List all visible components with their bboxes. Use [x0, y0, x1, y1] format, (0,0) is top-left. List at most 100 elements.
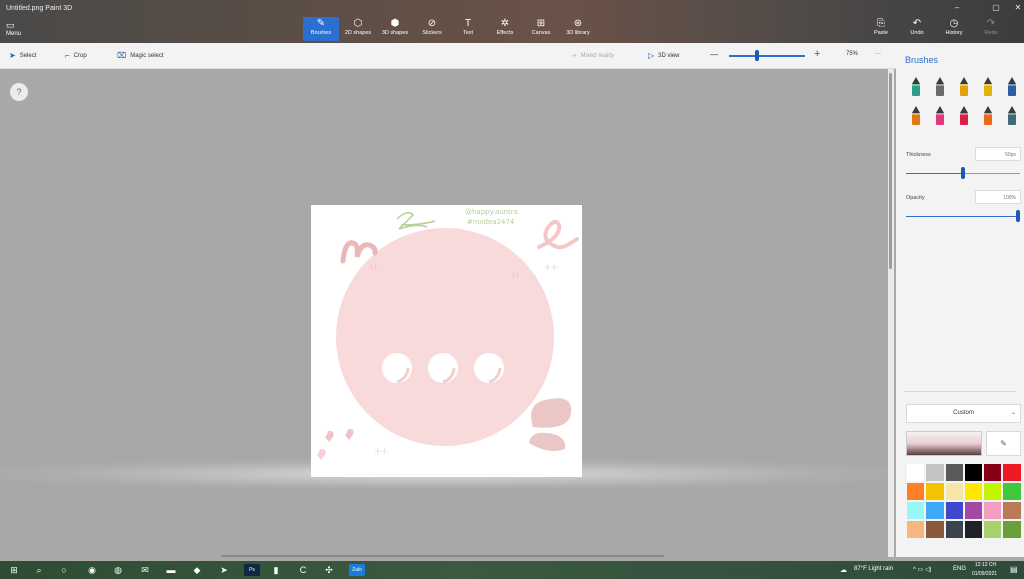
opacity-label: Opacity: [906, 195, 925, 201]
color-swatch[interactable]: [1002, 520, 1022, 539]
zalo-icon[interactable]: Zalo: [349, 564, 365, 576]
color-swatch[interactable]: [944, 520, 964, 539]
color-swatch[interactable]: [925, 482, 945, 501]
paste-button[interactable]: ⎘ Paste: [863, 17, 899, 43]
color-swatch[interactable]: [906, 520, 926, 539]
close-button[interactable]: ✕: [1011, 3, 1024, 12]
spray-can-icon[interactable]: [981, 105, 995, 127]
color-swatch[interactable]: [983, 482, 1003, 501]
thickness-input[interactable]: 50px: [975, 147, 1021, 161]
tab-3d-shapes[interactable]: ⬢ 3D shapes: [377, 17, 413, 43]
input-language[interactable]: ENG: [953, 566, 966, 572]
color-swatch[interactable]: [925, 463, 945, 482]
vertical-scrollbar[interactable]: [888, 69, 894, 557]
eyedropper-button[interactable]: ✎: [986, 431, 1021, 456]
maximize-button[interactable]: ▢: [989, 3, 1003, 12]
color-swatch[interactable]: [944, 501, 964, 520]
photoshop-icon[interactable]: Ps: [244, 564, 260, 576]
zoom-in-button[interactable]: +: [814, 48, 820, 60]
color-swatch[interactable]: [983, 520, 1003, 539]
thickness-slider-track[interactable]: [963, 173, 1020, 174]
help-button[interactable]: ?: [10, 83, 28, 101]
cube-icon: ⬢: [390, 18, 400, 29]
color-swatch[interactable]: [1002, 482, 1022, 501]
edge-icon[interactable]: ◉: [86, 564, 98, 576]
color-swatch[interactable]: [1002, 501, 1022, 520]
mail-icon[interactable]: ✉: [139, 564, 151, 576]
drawing-app-icon[interactable]: ◆: [191, 564, 203, 576]
color-swatch[interactable]: [963, 463, 984, 482]
color-swatch[interactable]: [944, 463, 964, 482]
artist-handle: @happy.aurora: [465, 208, 518, 216]
color-swatch[interactable]: [925, 501, 945, 520]
history-button[interactable]: ◷ History: [936, 17, 972, 43]
more-options-button[interactable]: ···: [875, 51, 881, 57]
color-swatch[interactable]: [906, 501, 926, 520]
marker-icon[interactable]: [909, 76, 923, 98]
color-swatch[interactable]: [906, 463, 926, 482]
weather-status[interactable]: 87°F Light rain: [854, 566, 893, 572]
clock-date[interactable]: 01/09/2021: [972, 571, 997, 577]
tray-icons[interactable]: ^ ▭ ◁): [913, 566, 931, 573]
zoom-out-button[interactable]: —: [710, 50, 718, 59]
tab-canvas[interactable]: ⊞ Canvas: [523, 17, 559, 43]
document-icon[interactable]: ▮: [270, 564, 282, 576]
color-swatch[interactable]: [983, 463, 1003, 482]
color-swatch[interactable]: [963, 501, 984, 520]
tab-brushes[interactable]: ✎ Brushes: [303, 17, 339, 41]
fill-icon[interactable]: [1005, 105, 1019, 127]
start-icon[interactable]: ⊞: [8, 564, 20, 576]
mixed-reality-button[interactable]: ⌖ Mixed reality: [572, 51, 614, 61]
opacity-input[interactable]: 100%: [975, 190, 1021, 204]
magic-select-tool[interactable]: ⌧ Magic select: [117, 51, 164, 60]
tab-2d-shapes[interactable]: ⬡ 2D shapes: [340, 17, 376, 43]
crop-tool[interactable]: ⌐ Crop: [65, 51, 87, 60]
notifications-icon[interactable]: ▤: [1010, 565, 1018, 574]
color-swatch[interactable]: [983, 501, 1003, 520]
color-swatch[interactable]: [944, 482, 964, 501]
weather-icon[interactable]: ☁: [840, 566, 847, 574]
pencil-icon[interactable]: [909, 105, 923, 127]
thickness-slider-thumb[interactable]: [961, 167, 965, 179]
drawing-canvas[interactable]: " " ++ ++ @happy.aurora #noidea2474: [311, 205, 582, 477]
telegram-icon[interactable]: ➤: [218, 564, 230, 576]
crayon-icon[interactable]: [957, 105, 971, 127]
oil-brush-icon[interactable]: [957, 76, 971, 98]
zoom-slider-thumb[interactable]: [755, 50, 759, 61]
3d-view-button[interactable]: ▷ 3D view: [648, 51, 680, 60]
tab-3d-library[interactable]: ⊛ 3D library: [560, 17, 596, 43]
color-swatch[interactable]: [963, 520, 984, 539]
tab-effects[interactable]: ✲ Effects: [487, 17, 523, 43]
pixel-pen-icon[interactable]: [1005, 76, 1019, 98]
select-tool[interactable]: ➤ Select: [9, 51, 36, 60]
menu-button[interactable]: ▭ Menu: [6, 19, 36, 37]
search-icon[interactable]: ⌕: [33, 564, 45, 576]
clock-time[interactable]: 12:12 CH: [975, 562, 996, 568]
color-mode-dropdown[interactable]: Custom ⌄: [906, 404, 1021, 423]
calligraphy-pen-icon[interactable]: [933, 76, 947, 98]
zoom-slider-track[interactable]: [729, 55, 805, 57]
team-icon[interactable]: ✣: [323, 564, 335, 576]
eraser-icon[interactable]: [933, 105, 947, 127]
camtasia-icon[interactable]: C: [297, 564, 309, 576]
tab-stickers[interactable]: ⊘ Stickers: [414, 17, 450, 43]
color-swatch[interactable]: [1002, 463, 1022, 482]
firefox-icon[interactable]: ◍: [112, 564, 124, 576]
minimize-button[interactable]: –: [950, 3, 964, 12]
undo-button[interactable]: ↶ Undo: [899, 17, 935, 43]
color-swatch[interactable]: [925, 520, 945, 539]
tab-text[interactable]: T Text: [450, 17, 486, 43]
brushes-panel: Brushes Thickness 50px Opacity 100% Cust…: [896, 43, 1024, 557]
color-swatch[interactable]: [906, 482, 926, 501]
files-icon[interactable]: ▬: [165, 564, 177, 576]
opacity-slider-fill: [906, 216, 1016, 217]
vertical-scrollbar-thumb[interactable]: [889, 73, 892, 269]
watercolor-icon[interactable]: [981, 76, 995, 98]
sticker-icon: ⊘: [427, 18, 437, 29]
current-color-swatch[interactable]: [906, 431, 982, 456]
opacity-slider-thumb[interactable]: [1016, 210, 1020, 222]
redo-button[interactable]: ↷ Redo: [973, 17, 1009, 43]
horizontal-scrollbar[interactable]: [221, 555, 664, 557]
task-view-icon[interactable]: ○: [58, 564, 70, 576]
color-swatch[interactable]: [963, 482, 984, 501]
